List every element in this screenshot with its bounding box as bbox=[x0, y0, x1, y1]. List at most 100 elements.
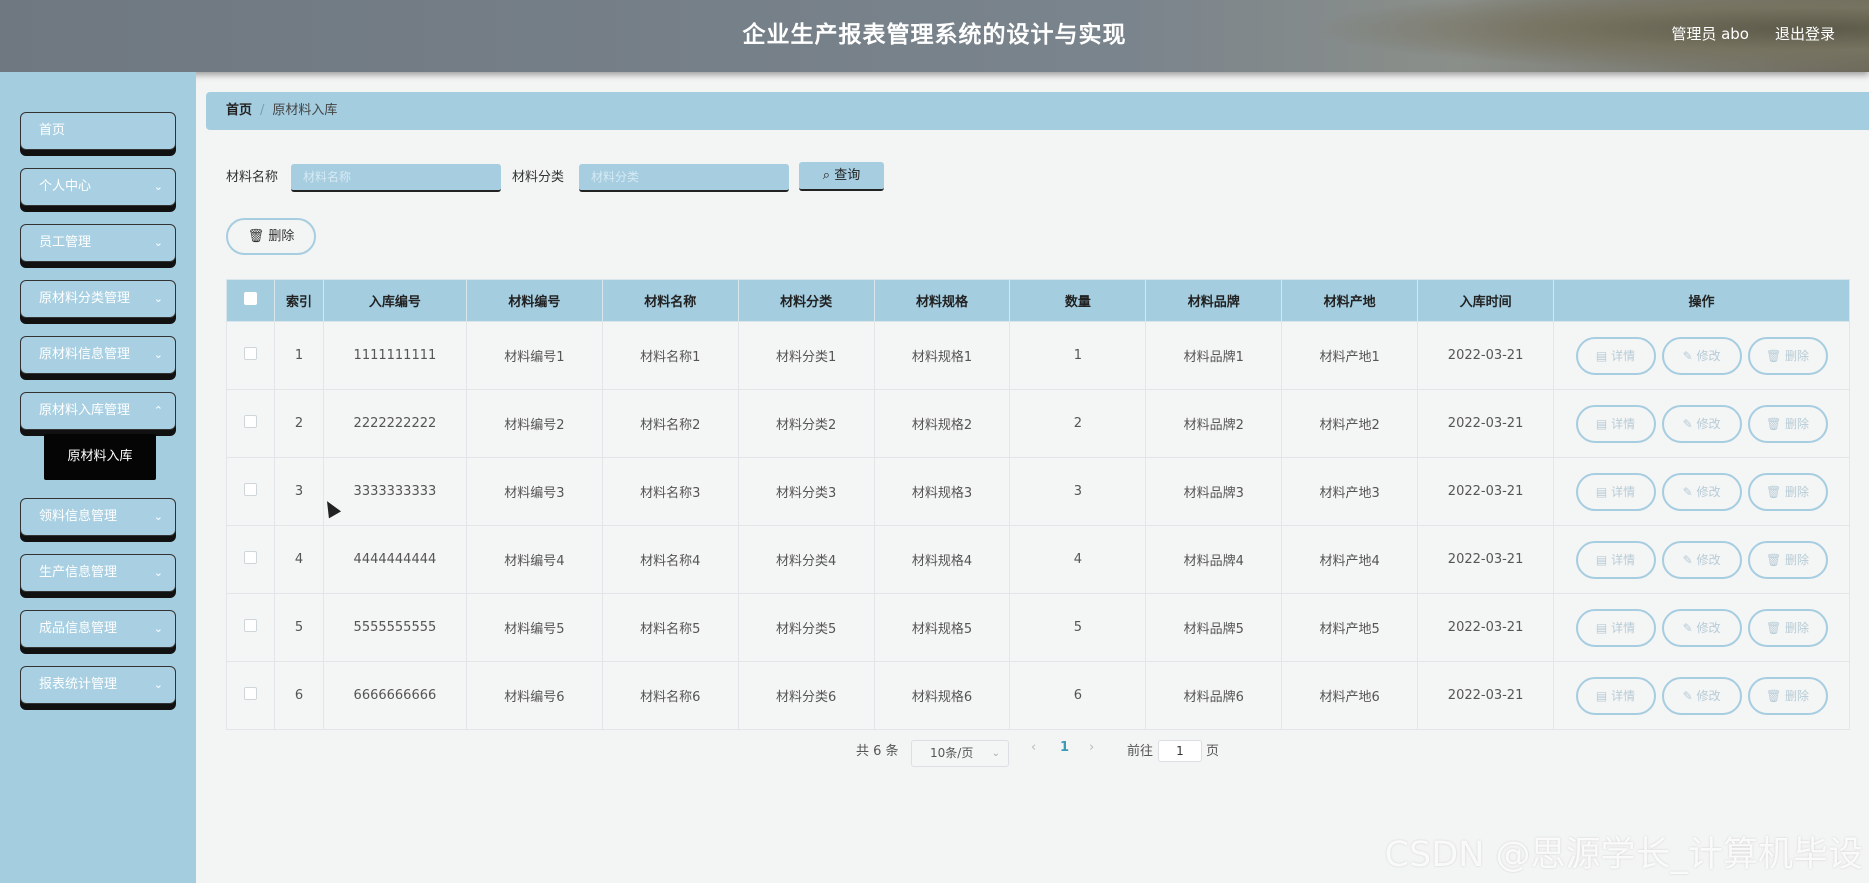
table-cell: 材料名称4 bbox=[601, 525, 739, 594]
detail-button[interactable]: ▤ 详情 bbox=[1575, 472, 1656, 511]
row-select-cell[interactable] bbox=[226, 593, 275, 662]
row-select-cell[interactable] bbox=[226, 321, 275, 390]
sidebar-item-staff[interactable]: 员工管理 ⌄ bbox=[20, 224, 176, 262]
table-cell: 2 bbox=[1009, 389, 1147, 458]
table-cell: 材料品牌5 bbox=[1145, 593, 1283, 662]
logout-link[interactable]: 退出登录 bbox=[1775, 23, 1835, 44]
column-header: 操作 bbox=[1553, 279, 1850, 322]
detail-button-label: 详情 bbox=[1611, 348, 1636, 363]
row-select-cell[interactable] bbox=[226, 457, 275, 526]
select-all-cell[interactable] bbox=[226, 279, 275, 322]
detail-button[interactable]: ▤ 详情 bbox=[1575, 676, 1656, 715]
sidebar-item-label: 原材料信息管理 bbox=[39, 347, 131, 362]
edit-button-label: 修改 bbox=[1696, 552, 1721, 567]
sidebar-item-label: 报表统计管理 bbox=[39, 677, 118, 692]
detail-button-label: 详情 bbox=[1611, 416, 1636, 431]
row-select-cell[interactable] bbox=[226, 661, 275, 730]
material-name-input[interactable] bbox=[291, 164, 501, 192]
delete-button[interactable]: 🗑 删除 bbox=[1747, 336, 1828, 375]
delete-button-label: 删除 bbox=[1785, 620, 1810, 635]
chevron-down-icon: ⌄ bbox=[153, 678, 163, 691]
detail-button[interactable]: ▤ 详情 bbox=[1575, 608, 1656, 647]
delete-button[interactable]: 🗑 删除 bbox=[1747, 472, 1828, 511]
sidebar-item-production[interactable]: 生产信息管理 ⌄ bbox=[20, 554, 176, 592]
edit-icon: ✎ bbox=[1682, 416, 1697, 431]
table-cell: 2022-03-21 bbox=[1417, 525, 1555, 594]
sidebar-item-finished-product[interactable]: 成品信息管理 ⌄ bbox=[20, 610, 176, 648]
query-button[interactable]: ⌕ 查询 bbox=[799, 162, 884, 191]
delete-button-label: 删除 bbox=[1785, 416, 1810, 431]
row-checkbox[interactable] bbox=[243, 619, 257, 632]
page-suffix: 页 bbox=[1206, 744, 1220, 759]
edit-button[interactable]: ✎ 修改 bbox=[1661, 676, 1742, 715]
table-cell: 材料规格3 bbox=[873, 457, 1011, 526]
table-cell: 材料分类1 bbox=[737, 321, 875, 390]
row-select-cell[interactable] bbox=[226, 389, 275, 458]
edit-button[interactable]: ✎ 修改 bbox=[1661, 472, 1742, 511]
detail-button[interactable]: ▤ 详情 bbox=[1575, 540, 1656, 579]
table-cell: 材料分类6 bbox=[737, 661, 875, 730]
table-cell: 材料名称6 bbox=[601, 661, 739, 730]
sidebar-item-home[interactable]: 首页 bbox=[20, 112, 176, 150]
edit-button[interactable]: ✎ 修改 bbox=[1661, 608, 1742, 647]
edit-button[interactable]: ✎ 修改 bbox=[1661, 336, 1742, 375]
table-cell: 材料品牌3 bbox=[1145, 457, 1283, 526]
sidebar-item-label: 领料信息管理 bbox=[39, 509, 118, 524]
column-header: 数量 bbox=[1009, 279, 1147, 322]
column-header: 索引 bbox=[273, 279, 324, 322]
edit-button[interactable]: ✎ 修改 bbox=[1661, 404, 1742, 443]
batch-delete-button[interactable]: 🗑 删除 bbox=[226, 218, 316, 255]
column-header: 入库时间 bbox=[1417, 279, 1555, 322]
detail-button[interactable]: ▤ 详情 bbox=[1575, 404, 1656, 443]
goto-page-input[interactable]: 1 bbox=[1158, 740, 1202, 762]
row-checkbox[interactable] bbox=[243, 687, 257, 700]
table-cell: 4 bbox=[1009, 525, 1147, 594]
chevron-down-icon: ⌄ bbox=[991, 748, 1000, 759]
sidebar-subitem-material-inbound[interactable]: 原材料入库 bbox=[44, 434, 156, 480]
material-category-input[interactable] bbox=[579, 164, 789, 192]
sidebar-item-material-info[interactable]: 原材料信息管理 ⌄ bbox=[20, 336, 176, 374]
sidebar-item-material-category[interactable]: 原材料分类管理 ⌄ bbox=[20, 280, 176, 318]
table-cell: 2022-03-21 bbox=[1417, 321, 1555, 390]
table-cell: 1 bbox=[273, 321, 324, 390]
sidebar-item-reports[interactable]: 报表统计管理 ⌄ bbox=[20, 666, 176, 704]
material-category-label: 材料分类 bbox=[512, 170, 565, 185]
next-page-button[interactable]: › bbox=[1089, 740, 1094, 755]
edit-button-label: 修改 bbox=[1696, 620, 1721, 635]
prev-page-button[interactable]: ‹ bbox=[1031, 740, 1036, 755]
table-cell: 2222222222 bbox=[322, 389, 467, 458]
delete-button[interactable]: 🗑 删除 bbox=[1747, 608, 1828, 647]
watermark: CSDN @思源学长_计算机毕设 bbox=[1384, 835, 1863, 875]
edit-button[interactable]: ✎ 修改 bbox=[1661, 540, 1742, 579]
page-size-select[interactable]: 10条/页 ⌄ bbox=[911, 740, 1009, 767]
document-icon: ▤ bbox=[1595, 484, 1612, 499]
row-actions-cell: ▤ 详情 ✎ 修改 🗑 删除 bbox=[1553, 661, 1850, 730]
delete-button[interactable]: 🗑 删除 bbox=[1747, 404, 1828, 443]
delete-button[interactable]: 🗑 删除 bbox=[1747, 676, 1828, 715]
table-cell: 材料规格4 bbox=[873, 525, 1011, 594]
breadcrumb-home[interactable]: 首页 bbox=[226, 103, 252, 118]
sidebar-item-material-inbound[interactable]: 原材料入库管理 ⌃ bbox=[20, 392, 176, 430]
table-row: 5 5555555555 材料编号5 材料名称5 材料分类5 材料规格5 5 材料品牌5 材料产… bbox=[226, 593, 1850, 662]
row-checkbox[interactable] bbox=[243, 483, 257, 496]
row-select-cell[interactable] bbox=[226, 525, 275, 594]
edit-icon: ✎ bbox=[1682, 348, 1697, 363]
detail-button[interactable]: ▤ 详情 bbox=[1575, 336, 1656, 375]
sidebar-item-requisition[interactable]: 领料信息管理 ⌄ bbox=[20, 498, 176, 536]
delete-button-label: 删除 bbox=[1785, 688, 1810, 703]
select-all-checkbox[interactable] bbox=[243, 292, 257, 305]
table-cell: 4 bbox=[273, 525, 324, 594]
edit-icon: ✎ bbox=[1682, 688, 1697, 703]
delete-button[interactable]: 🗑 删除 bbox=[1747, 540, 1828, 579]
page-number-current[interactable]: 1 bbox=[1060, 740, 1069, 755]
sidebar-item-label: 员工管理 bbox=[39, 235, 92, 250]
table-cell: 材料产地3 bbox=[1281, 457, 1419, 526]
sidebar-item-profile[interactable]: 个人中心 ⌄ bbox=[20, 168, 176, 206]
table-cell: 材料名称2 bbox=[601, 389, 739, 458]
row-checkbox[interactable] bbox=[243, 347, 257, 360]
sidebar-item-label: 个人中心 bbox=[39, 179, 92, 194]
row-checkbox[interactable] bbox=[243, 415, 257, 428]
trash-icon: 🗑 bbox=[1765, 620, 1786, 635]
table-cell: 材料规格2 bbox=[873, 389, 1011, 458]
row-checkbox[interactable] bbox=[243, 551, 257, 564]
